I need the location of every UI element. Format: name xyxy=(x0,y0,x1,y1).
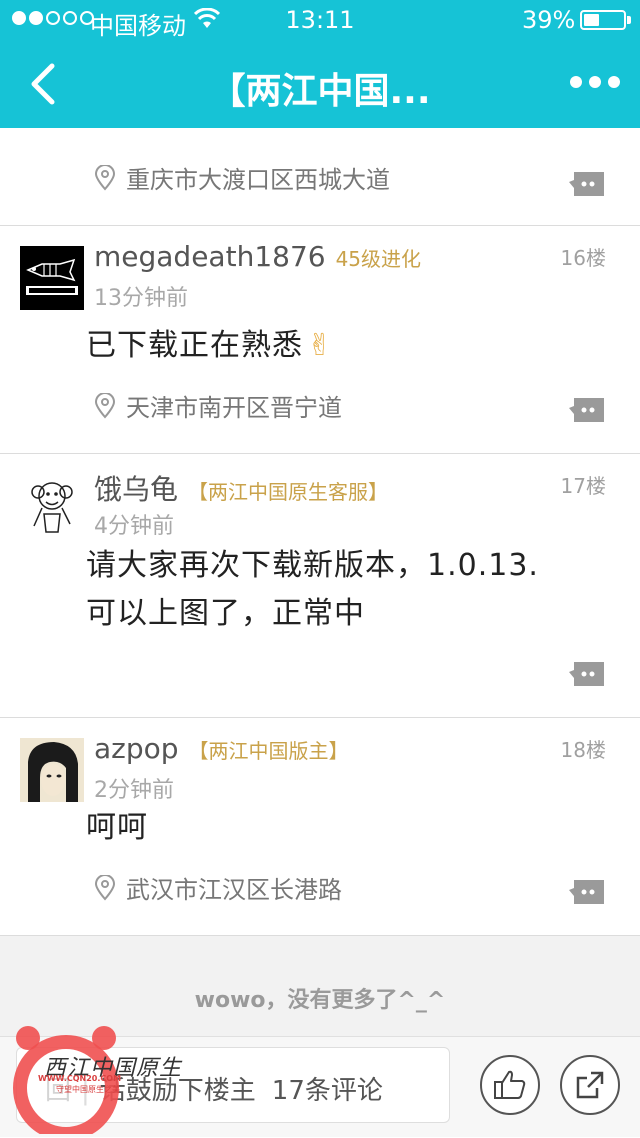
user-role-badge: 【两江中国原生客服】 xyxy=(188,480,389,504)
reply-comment-icon[interactable] xyxy=(568,658,606,692)
battery-percent: 39% xyxy=(522,6,576,34)
reply-comment-icon[interactable] xyxy=(568,394,606,428)
reply-prompt[interactable]: 回 | 话鼓励下楼主 17条评论 xyxy=(45,1070,383,1107)
post-content-line: 可以上图了，正常中 xyxy=(86,596,365,631)
location-pin-icon xyxy=(94,874,116,900)
post-time: 2分钟前 xyxy=(94,778,174,803)
username[interactable]: azpop 【两江中国版主】 xyxy=(94,732,349,765)
post-time: 13分钟前 xyxy=(94,286,188,311)
battery-icon xyxy=(580,10,626,30)
avatar[interactable] xyxy=(20,474,84,538)
post-content: 请大家再次下载新版本，1.0.13. 可以上图了，正常中 xyxy=(86,542,539,638)
like-button[interactable] xyxy=(480,1055,540,1115)
floor-number: 17楼 xyxy=(560,474,606,498)
user-role-badge: 【两江中国版主】 xyxy=(188,739,349,763)
post-content-text: 已下载正在熟悉 xyxy=(86,328,303,363)
post-time: 4分钟前 xyxy=(94,514,174,539)
reply-comment-icon[interactable] xyxy=(568,876,606,910)
floor-number: 18楼 xyxy=(560,738,606,762)
page-title: 【两江中国... xyxy=(209,71,431,112)
nav-bar: 【两江中国... xyxy=(0,40,640,128)
user-level-badge: 45级进化 xyxy=(335,247,422,271)
victory-hand-emoji: ✌ xyxy=(307,328,334,363)
monkey-sketch-avatar-icon xyxy=(31,482,73,533)
reply-label: 回 xyxy=(45,1076,72,1106)
more-options-icon[interactable] xyxy=(570,76,620,88)
avatar[interactable] xyxy=(20,738,84,802)
post-content: 已下载正在熟悉 ✌ xyxy=(86,322,333,370)
avatar[interactable] xyxy=(20,246,84,310)
post-location: 天津市南开区晋宁道 xyxy=(94,388,342,423)
location-pin-icon xyxy=(94,392,116,418)
skeleton-fish-avatar-icon xyxy=(26,258,78,295)
location-text: 武汉市江汉区长港路 xyxy=(126,876,342,904)
floor-number: 16楼 xyxy=(560,246,606,270)
username[interactable]: megadeath1876 45级进化 xyxy=(94,240,421,273)
username-text[interactable]: 饿乌龟 xyxy=(94,473,178,506)
post-item: azpop 【两江中国版主】 18楼 2分钟前 呵呵 武汉市江汉区长港路 xyxy=(0,718,640,936)
reply-input[interactable]: 回 | 话鼓励下楼主 17条评论 xyxy=(16,1047,450,1123)
post-content-text: 呵呵 xyxy=(86,810,148,845)
location-text: 重庆市大渡口区西城大道 xyxy=(126,166,390,194)
post-content-line: 请大家再次下载新版本，1.0.13. xyxy=(86,548,539,583)
post-item: 重庆市大渡口区西城大道 xyxy=(0,128,640,226)
location-text: 天津市南开区晋宁道 xyxy=(126,394,342,422)
reply-comment-icon[interactable] xyxy=(568,168,606,202)
location-pin-icon xyxy=(94,164,116,190)
share-button[interactable] xyxy=(560,1055,620,1115)
bottom-bar: 回 | 话鼓励下楼主 17条评论 xyxy=(0,1036,640,1137)
no-more-text: wowo，没有更多了^_^ xyxy=(194,988,446,1013)
post-content: 呵呵 xyxy=(86,804,148,852)
share-arrow-icon xyxy=(576,1071,604,1099)
reply-hint: 话鼓励下楼主 xyxy=(99,1076,256,1106)
thumbs-up-icon xyxy=(494,1070,526,1099)
username-text[interactable]: megadeath1876 xyxy=(94,240,326,273)
status-bar: 中国移动 13:11 39% xyxy=(0,0,640,40)
post-location: 武汉市江汉区长港路 xyxy=(94,870,342,905)
list-end-area: wowo，没有更多了^_^ xyxy=(0,936,640,1036)
username-text[interactable]: azpop xyxy=(94,732,179,765)
post-location: 重庆市大渡口区西城大道 xyxy=(94,160,390,195)
portrait-avatar-icon xyxy=(20,738,84,802)
username[interactable]: 饿乌龟 【两江中国原生客服】 xyxy=(94,468,388,508)
post-item: 饿乌龟 【两江中国原生客服】 17楼 4分钟前 请大家再次下载新版本，1.0.13… xyxy=(0,454,640,718)
post-item: megadeath1876 45级进化 16楼 13分钟前 已下载正在熟悉 ✌ 天津… xyxy=(0,226,640,454)
comment-count[interactable]: 17条评论 xyxy=(272,1076,383,1106)
battery-tip xyxy=(627,16,631,24)
